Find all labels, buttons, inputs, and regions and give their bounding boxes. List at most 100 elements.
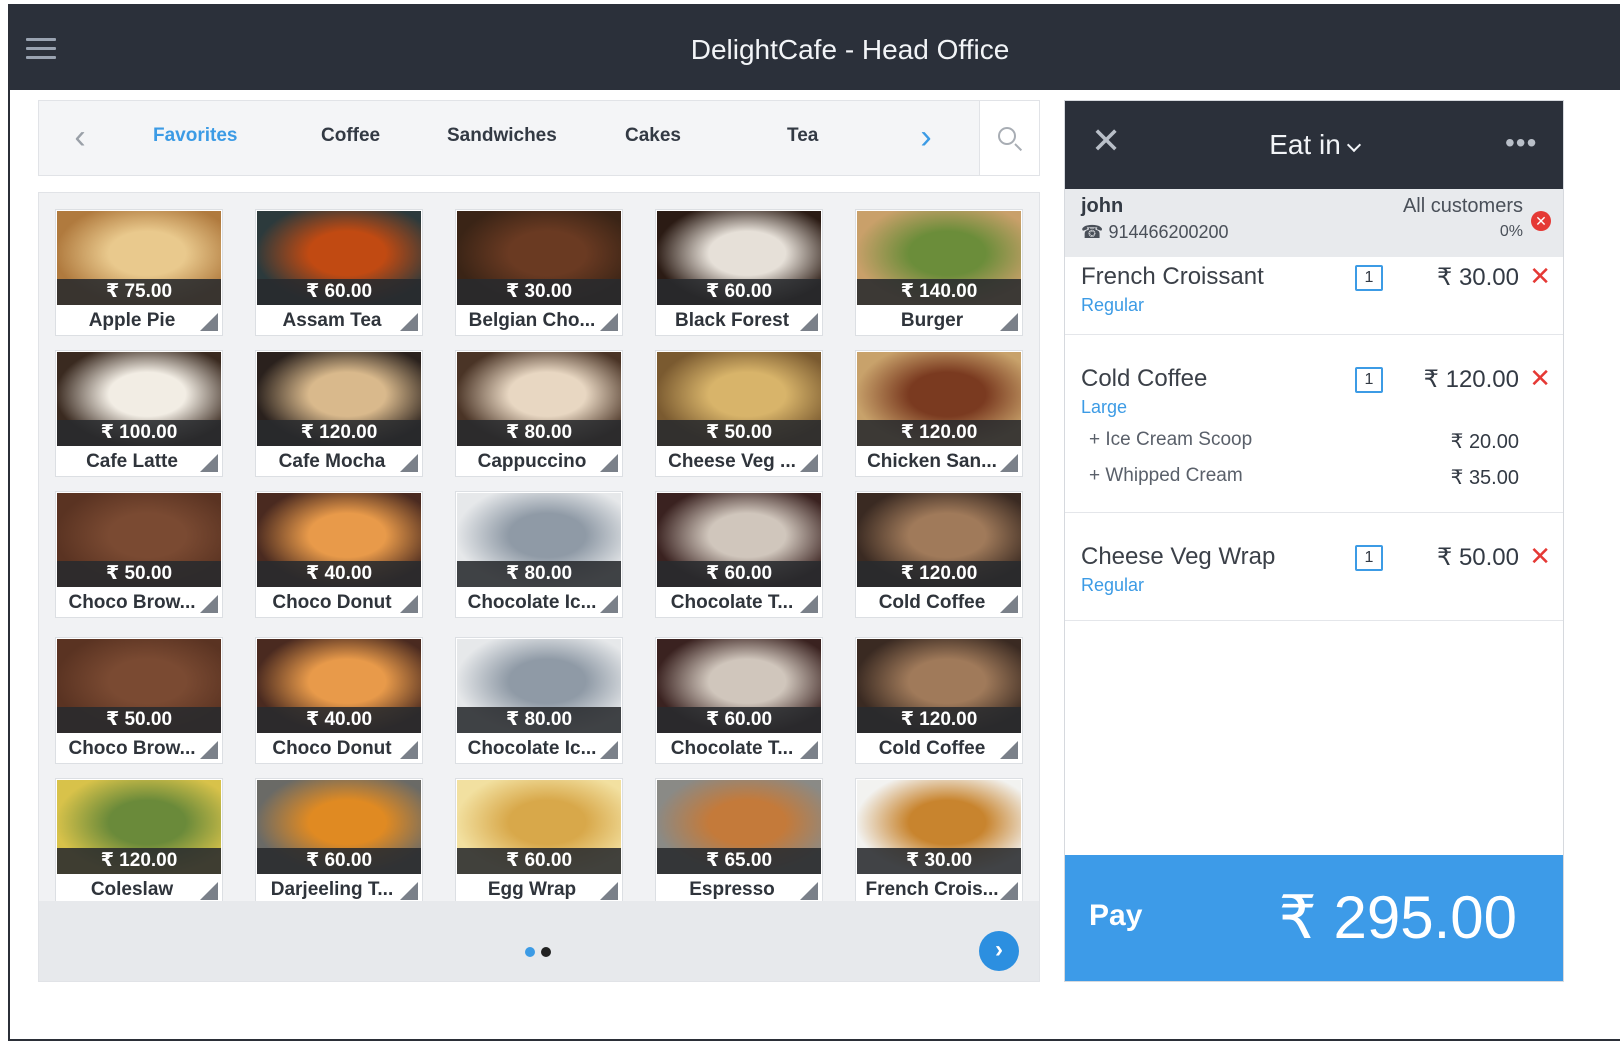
phone-icon: ☎ xyxy=(1081,222,1104,242)
app-title: DelightCafe - Head Office xyxy=(690,34,1010,65)
chevron-right-icon[interactable]: › xyxy=(911,119,941,159)
order-line[interactable]: French Croissant Regular 1 ₹ 30.00 ✕ xyxy=(1065,257,1563,335)
variant-corner-icon xyxy=(1000,454,1018,472)
variant-corner-icon xyxy=(1000,741,1018,759)
product-name: Cheese Veg ... xyxy=(668,451,796,472)
product-name: Choco Donut xyxy=(272,738,392,759)
product-name: Choco Brow... xyxy=(68,592,196,613)
product-tile[interactable]: ₹ 120.00 Cafe Mocha xyxy=(255,350,423,477)
tab-favorites[interactable]: Favorites xyxy=(153,125,237,147)
pay-label: Pay xyxy=(1089,899,1143,932)
product-price: ₹ 140.00 xyxy=(857,279,1021,305)
product-price: ₹ 80.00 xyxy=(457,420,621,446)
tab-coffee[interactable]: Coffee xyxy=(321,125,380,147)
tab-sandwiches[interactable]: Sandwiches xyxy=(447,125,557,147)
modifier-name: + Ice Cream Scoop xyxy=(1089,429,1253,450)
product-tile[interactable]: ₹ 120.00 Chicken San... xyxy=(855,350,1023,477)
product-name: Chicken San... xyxy=(867,451,997,472)
next-page-button[interactable]: › xyxy=(979,931,1019,971)
product-tile[interactable]: ₹ 60.00 Assam Tea xyxy=(255,209,423,336)
product-name: Cappuccino xyxy=(477,451,587,472)
product-tile[interactable]: ₹ 50.00 Choco Brow... xyxy=(55,637,223,764)
variant-corner-icon xyxy=(1000,313,1018,331)
product-tile[interactable]: ₹ 75.00 Apple Pie xyxy=(55,209,223,336)
product-name: Black Forest xyxy=(674,310,790,331)
order-line[interactable]: Cheese Veg Wrap Regular 1 ₹ 50.00 ✕ xyxy=(1065,513,1563,621)
order-line-variant[interactable]: Regular xyxy=(1081,575,1144,596)
product-name: Cafe Mocha xyxy=(278,451,386,472)
product-name: Chocolate Ic... xyxy=(467,592,597,613)
variant-corner-icon xyxy=(800,454,818,472)
variant-corner-icon xyxy=(1000,595,1018,613)
delete-line-icon[interactable]: ✕ xyxy=(1529,363,1551,394)
page-dot-1[interactable] xyxy=(525,947,535,957)
order-line-qty[interactable]: 1 xyxy=(1355,367,1383,393)
variant-corner-icon xyxy=(200,882,218,900)
product-tile[interactable]: ₹ 120.00 Cold Coffee xyxy=(855,637,1023,764)
product-tile[interactable]: ₹ 65.00 Espresso xyxy=(655,778,823,905)
chevron-left-icon[interactable]: ‹ xyxy=(65,119,95,159)
variant-corner-icon xyxy=(600,741,618,759)
product-tile[interactable]: ₹ 60.00 Chocolate T... xyxy=(655,491,823,618)
product-tile[interactable]: ₹ 120.00 Coleslaw xyxy=(55,778,223,905)
product-tile[interactable]: ₹ 120.00 Cold Coffee xyxy=(855,491,1023,618)
product-tile[interactable]: ₹ 30.00 Belgian Cho... xyxy=(455,209,623,336)
order-line[interactable]: Cold Coffee Large 1 ₹ 120.00 ✕ + Ice Cre… xyxy=(1065,335,1563,513)
product-price: ₹ 60.00 xyxy=(657,707,821,733)
product-tile[interactable]: ₹ 60.00 Darjeeling T... xyxy=(255,778,423,905)
product-price: ₹ 120.00 xyxy=(857,561,1021,587)
page-dot-2[interactable] xyxy=(541,947,551,957)
product-tile[interactable]: ₹ 80.00 Chocolate Ic... xyxy=(455,637,623,764)
product-price: ₹ 40.00 xyxy=(257,561,421,587)
product-tile[interactable]: ₹ 60.00 Black Forest xyxy=(655,209,823,336)
product-price: ₹ 60.00 xyxy=(657,561,821,587)
product-name: Cold Coffee xyxy=(878,592,986,613)
order-line-name[interactable]: Cheese Veg Wrap xyxy=(1081,543,1275,571)
product-price: ₹ 30.00 xyxy=(857,848,1021,874)
product-name: Belgian Cho... xyxy=(468,310,596,331)
product-tile[interactable]: ₹ 60.00 Egg Wrap xyxy=(455,778,623,905)
more-dots-icon[interactable]: ••• xyxy=(1505,129,1537,157)
customer-group: All customers xyxy=(1402,195,1523,217)
product-tile[interactable]: ₹ 140.00 Burger xyxy=(855,209,1023,336)
product-price: ₹ 75.00 xyxy=(57,279,221,305)
tab-tea[interactable]: Tea xyxy=(787,125,818,147)
order-line-variant[interactable]: Large xyxy=(1081,397,1127,418)
variant-corner-icon xyxy=(200,313,218,331)
search-button[interactable] xyxy=(979,101,1039,175)
product-tile[interactable]: ₹ 80.00 Cappuccino xyxy=(455,350,623,477)
order-line-variant[interactable]: Regular xyxy=(1081,295,1144,316)
order-panel: ✕ Eat in ••• john ☎ 914466200200 All cus… xyxy=(1064,100,1564,982)
customer-name: john xyxy=(1081,195,1124,217)
tab-cakes[interactable]: Cakes xyxy=(625,125,681,147)
customer-bar[interactable]: john ☎ 914466200200 All customers 0% ✕ xyxy=(1065,189,1563,257)
order-line-name[interactable]: Cold Coffee xyxy=(1081,365,1207,393)
delete-line-icon[interactable]: ✕ xyxy=(1529,541,1551,572)
product-name: Assam Tea xyxy=(282,310,382,331)
product-tile[interactable]: ₹ 100.00 Cafe Latte xyxy=(55,350,223,477)
product-name: Cold Coffee xyxy=(878,738,986,759)
product-tile[interactable]: ₹ 80.00 Chocolate Ic... xyxy=(455,491,623,618)
product-tile[interactable]: ₹ 60.00 Chocolate T... xyxy=(655,637,823,764)
pay-button[interactable]: Pay ₹ 295.00 xyxy=(1065,855,1563,981)
grid-footer: › xyxy=(39,901,1039,981)
product-tile[interactable]: ₹ 50.00 Choco Brow... xyxy=(55,491,223,618)
variant-corner-icon xyxy=(1000,882,1018,900)
product-tile[interactable]: ₹ 40.00 Choco Donut xyxy=(255,491,423,618)
customer-phone: ☎ 914466200200 xyxy=(1081,222,1229,243)
variant-corner-icon xyxy=(400,741,418,759)
order-mode-dropdown[interactable]: Eat in xyxy=(1065,129,1563,161)
product-tile[interactable]: ₹ 40.00 Choco Donut xyxy=(255,637,423,764)
product-price: ₹ 50.00 xyxy=(57,707,221,733)
variant-corner-icon xyxy=(600,595,618,613)
order-line-qty[interactable]: 1 xyxy=(1355,265,1383,291)
customer-phone-number: 914466200200 xyxy=(1108,222,1229,242)
remove-customer-icon[interactable]: ✕ xyxy=(1531,211,1551,231)
product-price: ₹ 120.00 xyxy=(857,420,1021,446)
delete-line-icon[interactable]: ✕ xyxy=(1529,261,1551,292)
product-tile[interactable]: ₹ 30.00 French Crois... xyxy=(855,778,1023,905)
product-tile[interactable]: ₹ 50.00 Cheese Veg ... xyxy=(655,350,823,477)
product-price: ₹ 30.00 xyxy=(457,279,621,305)
order-line-qty[interactable]: 1 xyxy=(1355,545,1383,571)
order-line-name[interactable]: French Croissant xyxy=(1081,263,1264,291)
